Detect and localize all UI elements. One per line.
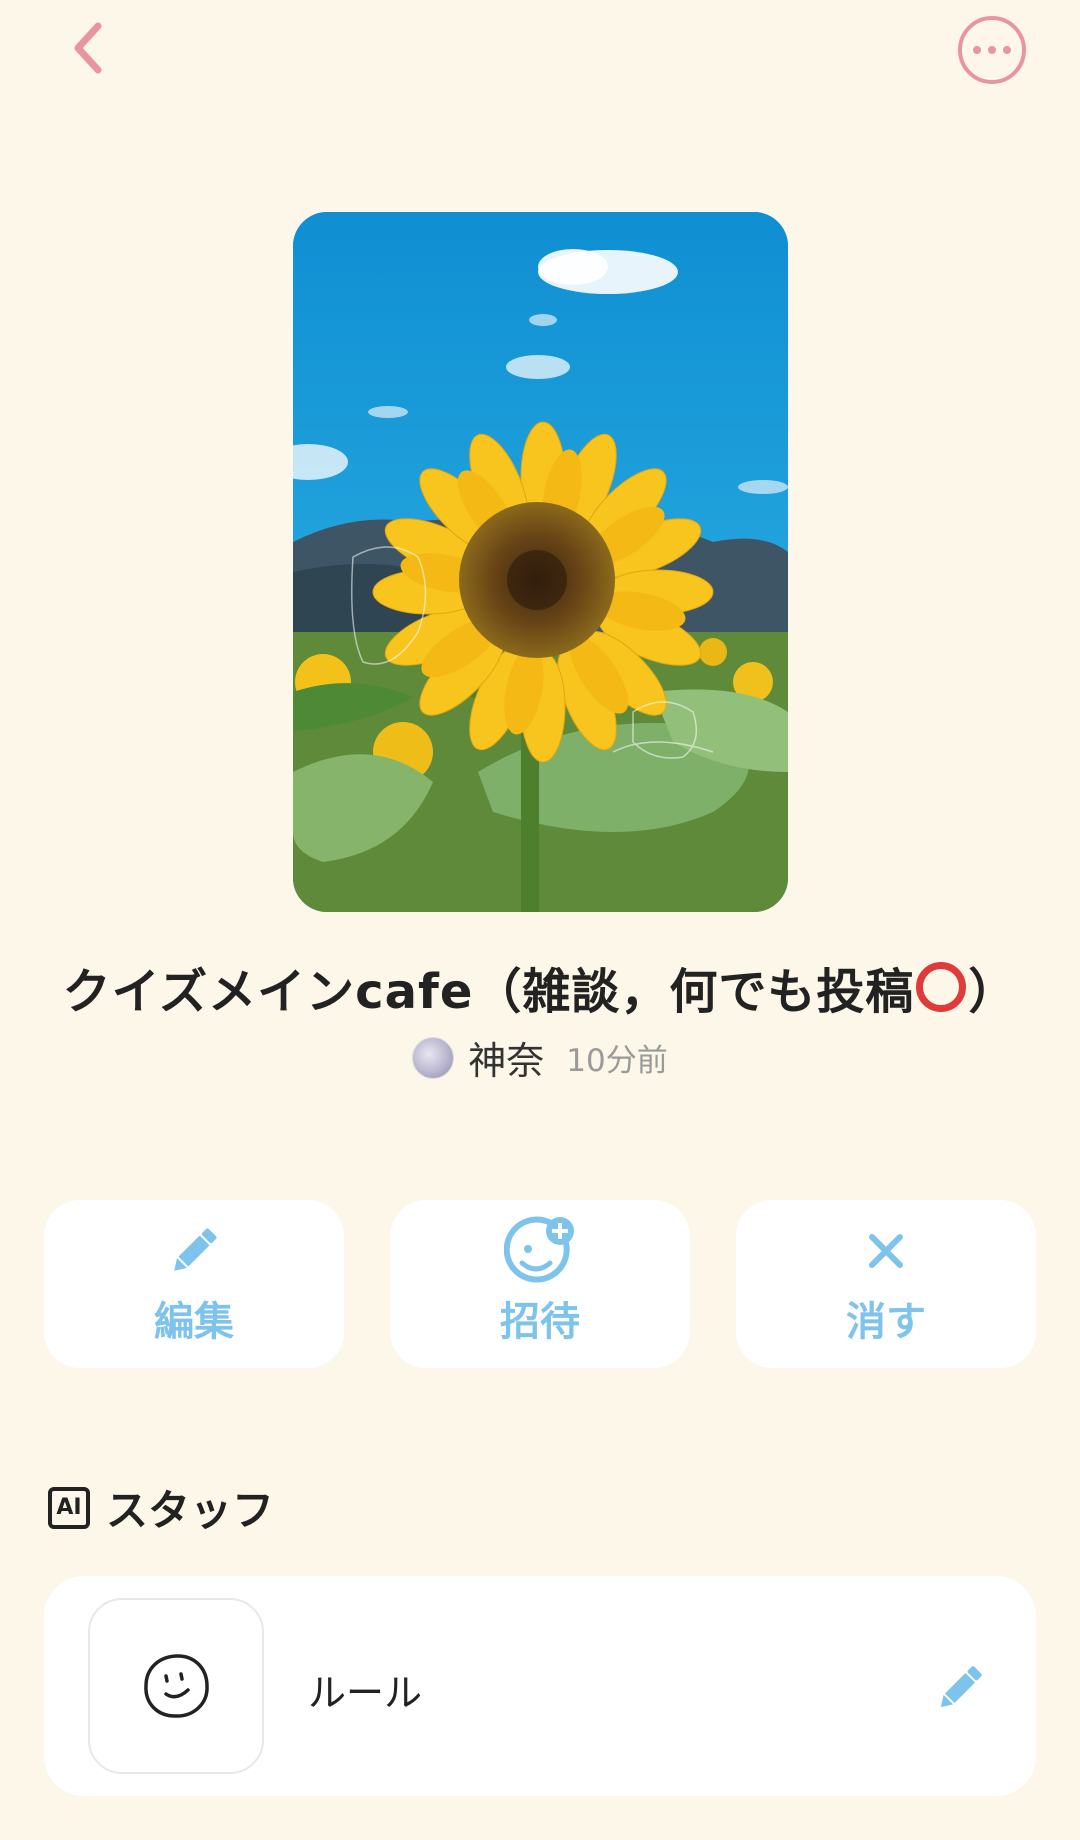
staff-edit-button[interactable] — [930, 1658, 990, 1718]
pencil-icon — [174, 1228, 217, 1271]
room-cover-image — [293, 212, 788, 912]
staff-item-rules[interactable]: ルール — [44, 1576, 1036, 1796]
chevron-left-icon — [74, 22, 102, 74]
add-friend-icon — [504, 1216, 574, 1283]
room-title: クイズメインcafe（雑談，何でも投稿 ） — [0, 952, 1080, 1022]
smiley-face-icon — [144, 1654, 209, 1718]
staff-avatar — [88, 1598, 264, 1774]
pencil-icon — [940, 1666, 982, 1708]
back-button[interactable] — [60, 18, 116, 78]
close-icon — [869, 1234, 903, 1268]
red-circle-icon — [916, 962, 967, 1012]
post-time: 10分前 — [566, 1043, 668, 1079]
more-options-button[interactable] — [958, 16, 1026, 84]
delete-button-label: 消す — [846, 1299, 926, 1345]
ai-badge-icon: AI — [48, 1486, 90, 1529]
delete-button[interactable]: 消す — [736, 1200, 1036, 1368]
invite-button-label: 招待 — [500, 1299, 580, 1345]
staff-section-header: AI スタッフ — [48, 1477, 274, 1538]
avatar[interactable] — [412, 1036, 455, 1079]
room-title-suffix: ） — [968, 964, 1018, 1020]
more-horizontal-icon — [973, 46, 981, 54]
author-row: 神奈 10分前 — [0, 1030, 1080, 1085]
invite-button[interactable]: 招待 — [390, 1200, 690, 1368]
author-name[interactable]: 神奈 — [468, 1030, 544, 1085]
edit-button[interactable]: 編集 — [44, 1200, 344, 1368]
staff-item-name: ルール — [308, 1671, 423, 1715]
room-title-prefix: クイズメインcafe（雑談，何でも投稿 — [62, 964, 915, 1020]
staff-section-title: スタッフ — [106, 1486, 275, 1535]
edit-button-label: 編集 — [154, 1299, 234, 1345]
